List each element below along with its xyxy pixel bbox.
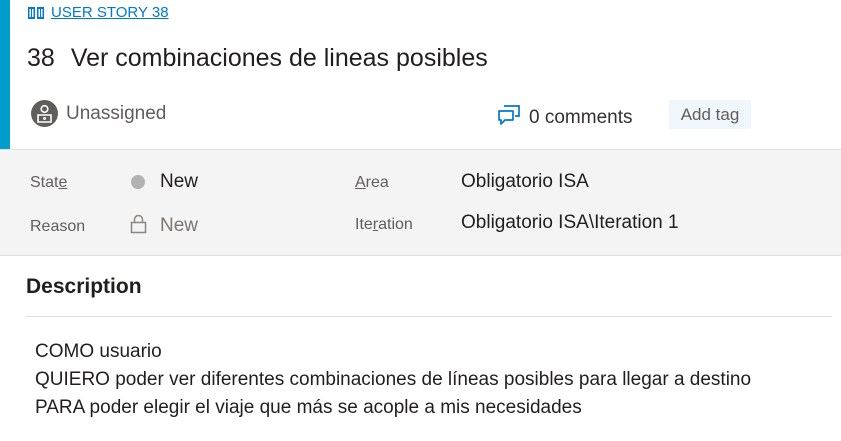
state-new-dot: [131, 175, 145, 189]
discussion-icon: [497, 104, 521, 132]
unassigned-user-icon: [37, 104, 52, 123]
iteration-value[interactable]: Obligatorio ISA\Iteration 1: [461, 212, 679, 234]
work-item-title[interactable]: Ver combinaciones de lineas posibles: [71, 44, 488, 73]
avatar: [31, 100, 58, 127]
book-icon: [27, 5, 45, 21]
state-value[interactable]: New: [160, 171, 198, 193]
state-label: State: [30, 174, 68, 191]
work-item-form: USER STORY 38 38 Ver combinaciones de li…: [0, 0, 841, 441]
description-line: COMO usuario: [35, 341, 162, 362]
area-value[interactable]: Obligatorio ISA: [461, 171, 589, 193]
description-line: PARA poder elegir el viaje que más se ac…: [35, 397, 582, 418]
iteration-label: Iteration: [355, 216, 413, 233]
comments-link[interactable]: 0 comments: [497, 104, 632, 132]
work-item-type-label[interactable]: USER STORY 38: [51, 4, 169, 21]
work-item-type-link[interactable]: USER STORY 38: [27, 4, 169, 21]
area-label: Area: [355, 174, 389, 191]
work-item-title-row: 38 Ver combinaciones de lineas posibles: [27, 44, 488, 73]
work-item-fields-panel: State New Reason New Area Obligatorio IS…: [0, 149, 841, 256]
comments-count[interactable]: 0 comments: [529, 107, 632, 129]
description-heading: Description: [26, 275, 142, 298]
work-item-id: 38: [27, 44, 55, 72]
assignee-picker[interactable]: Unassigned: [31, 100, 166, 127]
description-line: QUIERO poder ver diferentes combinacione…: [35, 369, 752, 390]
add-tag-button[interactable]: Add tag: [669, 100, 751, 129]
description-divider: [26, 316, 832, 317]
work-item-type-color-bar: [0, 0, 10, 149]
lock-icon: [130, 214, 147, 239]
assignee-label: Unassigned: [66, 102, 167, 124]
work-item-header: USER STORY 38 38 Ver combinaciones de li…: [0, 0, 841, 149]
description-editor[interactable]: COMO usuario QUIERO poder ver diferentes…: [35, 338, 751, 422]
reason-value: New: [160, 215, 199, 236]
reason-label: Reason: [30, 218, 86, 235]
